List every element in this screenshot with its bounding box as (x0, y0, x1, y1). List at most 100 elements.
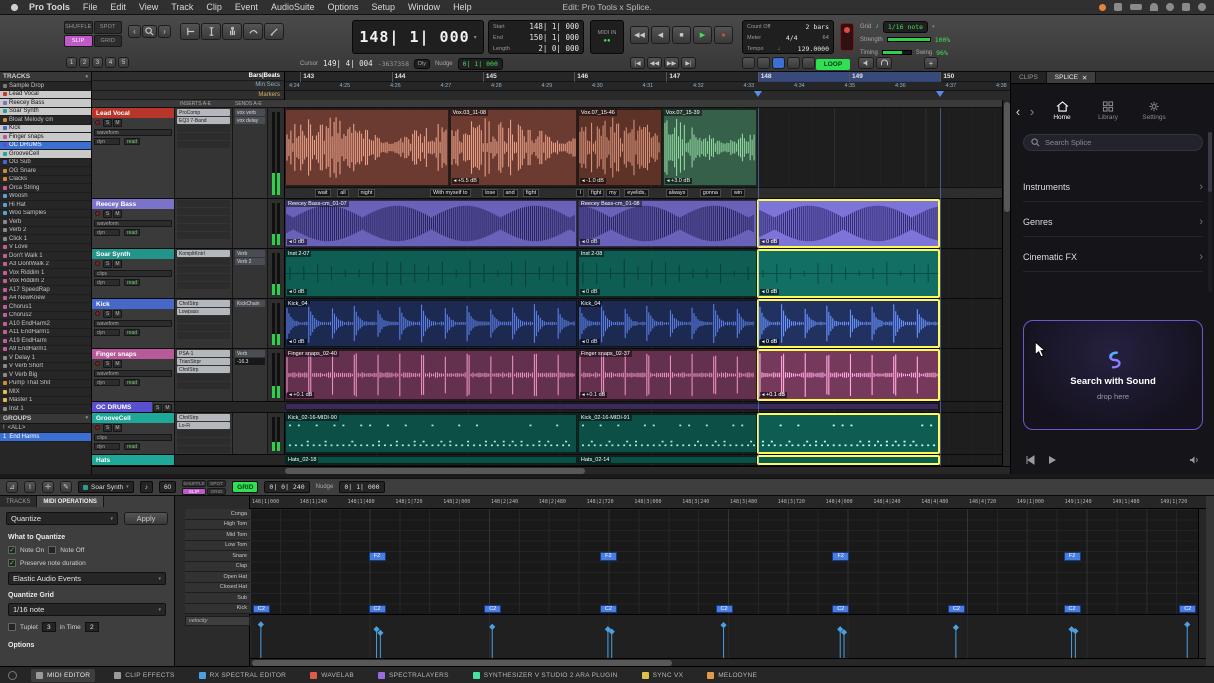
record-enable-button[interactable] (95, 120, 100, 125)
velocity-stems[interactable] (250, 615, 1206, 659)
menu-file[interactable]: File (83, 2, 98, 12)
midi-note-c2[interactable]: C2 (253, 605, 270, 614)
sidebar-track-a11-endharm1[interactable]: A11 EndHarm1 (0, 329, 91, 338)
sidebar-track-mix[interactable]: MIX (0, 388, 91, 397)
drum-lane-closed-hat[interactable]: Closed Hat (185, 583, 250, 594)
midi-note-c2[interactable]: C2 (1179, 605, 1196, 614)
menu-audiosuite[interactable]: AudioSuite (271, 2, 315, 12)
window-tab-sync-vx[interactable]: SYNC VX (637, 669, 689, 682)
elastic-audio-events-select[interactable]: Elastic Audio Events▾ (8, 572, 166, 585)
insert-chnlstrp[interactable]: ChnlStrp (177, 414, 230, 421)
splice-category-instruments[interactable]: Instruments› (1023, 172, 1203, 202)
insert-empty-slot[interactable] (177, 332, 230, 339)
clip-finger-snaps-02-37[interactable]: Finger snaps_02-37◂ +0.1 dB (578, 350, 757, 400)
lyric-word[interactable]: eyelids, (624, 189, 649, 197)
midi-grid[interactable]: 148|1|000148|1|240148|1|480148|1|720148|… (250, 496, 1206, 658)
insert-empty-slot[interactable] (177, 125, 230, 132)
hats-lane[interactable]: Hats_02-18Hats_02-14 (285, 455, 1010, 465)
tuplet-checkbox[interactable] (8, 623, 16, 631)
midi-velocity-lane[interactable] (250, 614, 1206, 658)
clip-finger-snaps-2[interactable]: ◂ +0.1 dB (758, 350, 940, 400)
bar-number[interactable]: 150 (943, 73, 954, 80)
note-off-checkbox[interactable] (48, 546, 56, 554)
insert-empty-slot[interactable] (177, 316, 230, 323)
previous-sample-button[interactable] (1025, 455, 1035, 465)
automation-mode-selector[interactable]: read (124, 443, 140, 450)
group-item-end-harms[interactable]: 1End Harms (0, 433, 91, 442)
dyn-selector[interactable]: dyn (94, 279, 120, 286)
memory-location-4[interactable]: 4 (105, 57, 116, 68)
bar-number[interactable]: 145 (486, 73, 497, 80)
sidebar-track-click-1[interactable]: Click 1 (0, 235, 91, 244)
sidebar-track-vox-riddim-1[interactable]: Vox Riddim 1 (0, 269, 91, 278)
insert-empty-slot[interactable] (177, 430, 230, 437)
lyric-word[interactable]: my (606, 189, 619, 197)
insert-empty-slot[interactable] (177, 374, 230, 381)
automation-mode-selector[interactable]: read (124, 379, 140, 386)
sidebar-track-kick[interactable]: Kick (0, 125, 91, 134)
groups-list-menu-icon[interactable]: ▾ (85, 415, 88, 421)
lyric-word[interactable]: all (337, 189, 349, 197)
dyn-selector[interactable]: dyn (94, 443, 120, 450)
reecey-bass-lane[interactable]: Reecey Bass-cm_01-07◂ 0 dBReecey Bass-cm… (285, 199, 1010, 248)
splice-forward-button[interactable]: › (1025, 104, 1039, 119)
clip-hats-02-14[interactable]: Hats_02-14 (578, 456, 757, 464)
send-vox-delay[interactable]: vox delay (235, 117, 265, 124)
insert-empty-slot[interactable] (177, 224, 230, 231)
ruler-name-markers[interactable]: Markers (92, 91, 284, 100)
automation-mode-selector[interactable]: read (124, 138, 140, 145)
insert-empty-slot[interactable] (177, 282, 230, 289)
lyric-word[interactable]: I (576, 189, 584, 197)
insert-chnlstrp[interactable]: ChnlStrp (177, 300, 230, 307)
midi-note-c2[interactable]: C2 (1064, 605, 1081, 614)
user-icon[interactable] (1198, 3, 1206, 11)
close-icon[interactable]: ✕ (1082, 74, 1087, 82)
window-menu-icon[interactable] (8, 671, 17, 680)
lyric-word[interactable]: With myself to (430, 189, 471, 197)
memory-location-2[interactable]: 2 (79, 57, 90, 68)
sidebar-track-master-1[interactable]: Master 1 (0, 397, 91, 406)
drum-lane-open-hat[interactable]: Open Hat (185, 572, 250, 583)
mute-button[interactable]: M (113, 210, 122, 218)
finger-snaps-lane[interactable]: Finger snaps_02-40◂ +0.1 dBFinger snaps_… (285, 349, 1010, 401)
lyric-word[interactable]: win (731, 189, 745, 197)
ruler-name-bars[interactable]: Bars|Beats (92, 72, 284, 81)
track-view-selector[interactable]: waveform (94, 220, 172, 227)
go-to-end-button[interactable]: ▶| (681, 57, 696, 69)
dyn-selector[interactable]: dyn (94, 229, 120, 236)
menu-edit[interactable]: Edit (110, 2, 126, 12)
lyric-word[interactable]: fight (523, 189, 539, 197)
clip-soar-synth-2[interactable]: ◂ 0 dB (758, 250, 940, 297)
selection-end-marker[interactable] (936, 91, 944, 97)
clip-lead-vocal-0[interactable] (285, 109, 449, 186)
wifi-icon[interactable] (1150, 3, 1158, 11)
sidebar-track-reecey-bass[interactable]: Reecey Bass (0, 99, 91, 108)
midi-note-area[interactable]: C2C2C2C2C2C2C2C2C2F2F2F2F2 (250, 509, 1206, 614)
sidebar-track-a17-speedrap[interactable]: A17 SpeedRap (0, 286, 91, 295)
drum-lane-clap[interactable]: Clap (185, 562, 250, 573)
oc-drums-name[interactable]: OC DRUMS (92, 402, 152, 412)
sidebar-track-don-t-walk-1[interactable]: Don't Walk 1 (0, 252, 91, 261)
window-tab-synthesizer-v-studio-2-ara-plugin[interactable]: SYNTHESIZER V STUDIO 2 ARA PLUGIN (468, 669, 623, 682)
clip-hats-2[interactable] (758, 456, 940, 464)
insert-lowpass[interactable]: Lowpass (177, 308, 230, 315)
default-note-duration[interactable]: ♪ (140, 481, 153, 493)
default-note-velocity[interactable]: 60 (159, 481, 176, 493)
sidebar-track-sample-drop[interactable]: Sample Drop (0, 82, 91, 91)
selector-tool-button[interactable] (201, 23, 221, 40)
clip-vox-03-11-08[interactable]: Vox.03_11-08◂ +5.5 dB (450, 109, 577, 186)
automation-mode-selector[interactable]: read (124, 279, 140, 286)
drum-lane-sub[interactable]: Sub (185, 593, 250, 604)
splice-nav-home[interactable]: Home (1039, 101, 1085, 121)
midi-note-f2[interactable]: F2 (600, 552, 617, 561)
drum-lane-conga[interactable]: Conga (185, 509, 250, 520)
midi-note-c2[interactable]: C2 (948, 605, 965, 614)
mode-slip-button[interactable]: SLIP (182, 488, 206, 495)
markers-ruler[interactable] (285, 91, 1010, 100)
selection-start-marker[interactable] (754, 91, 762, 97)
midi-nudge-value[interactable]: 0| 1| 000 (339, 481, 384, 493)
bar-number[interactable]: 148 (761, 73, 772, 80)
midi-trim-tool-button[interactable]: ⊿ (6, 481, 18, 493)
pencil-tool-button[interactable] (264, 23, 284, 40)
splice-category-cinematic-fx[interactable]: Cinematic FX› (1023, 242, 1203, 272)
